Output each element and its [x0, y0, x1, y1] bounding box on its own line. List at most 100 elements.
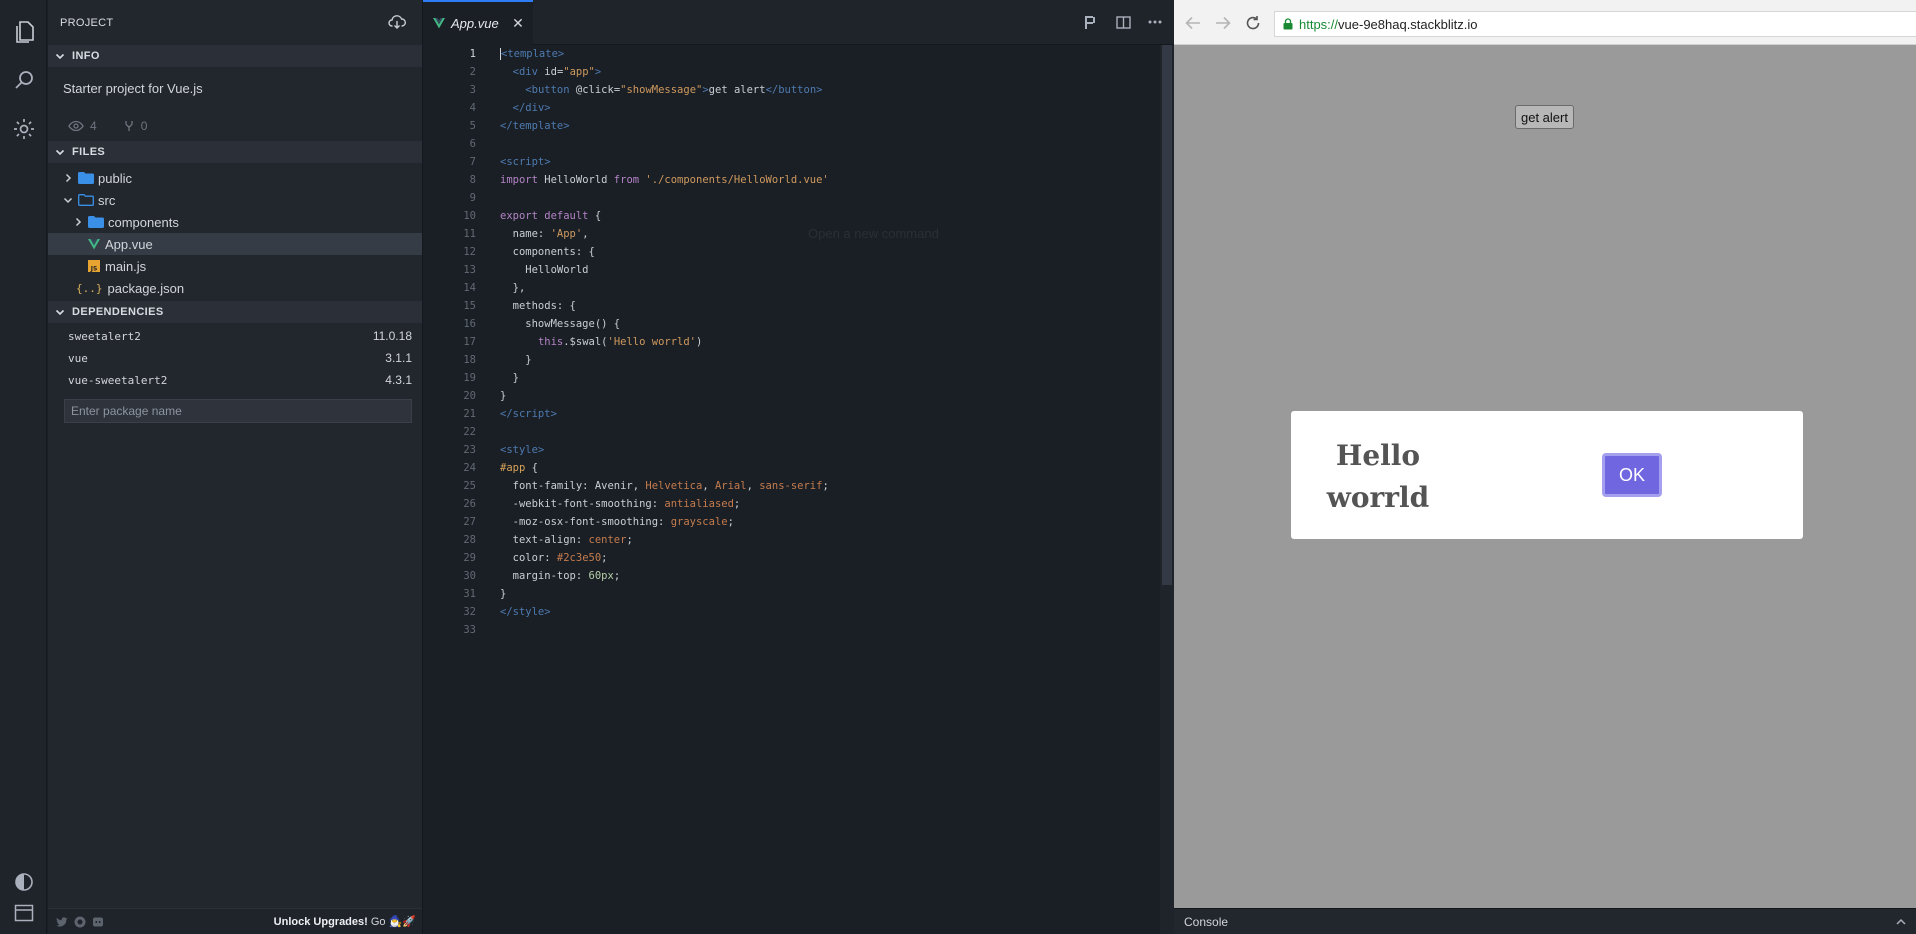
code-line[interactable]: 32 </style>: [423, 603, 1158, 621]
code-line[interactable]: 31}: [423, 585, 1158, 603]
sidebar-footer: Unlock Upgrades! Go 🧙‍♂️🚀: [48, 908, 422, 934]
command-hint-ghost: Open a new command: [808, 226, 939, 241]
code-line[interactable]: 26 -webkit-font-smoothing: antialiased;: [423, 495, 1158, 513]
code-token: Arial: [714, 480, 747, 492]
code-token: this.$swal('Hello worrld'): [537, 336, 703, 348]
sidebar: PROJECT INFO Starter project for Vue.js …: [48, 0, 422, 934]
close-tab-icon[interactable]: ✕: [511, 16, 525, 30]
twitter-icon[interactable]: [56, 916, 68, 928]
line-number: 12: [463, 246, 476, 258]
alert-ok-button[interactable]: OK: [1602, 453, 1662, 497]
layout-panel-icon[interactable]: [11, 900, 36, 925]
code-token: text-align: center;: [500, 534, 633, 546]
code-line[interactable]: 8 import HelloWorld from './components/He…: [423, 171, 1158, 189]
tree-item-app-vue[interactable]: App.vue: [48, 233, 422, 255]
more-options-icon[interactable]: [1146, 13, 1164, 31]
line-number: 29: [463, 552, 476, 564]
code-line[interactable]: 5 </template>: [423, 117, 1158, 135]
code-line[interactable]: 17 this.$swal('Hello worrld'): [423, 333, 1158, 351]
tree-item-public[interactable]: public: [48, 167, 422, 189]
cloud-download-icon[interactable]: [388, 13, 406, 31]
code-line[interactable]: 30 margin-top: 60px;: [423, 567, 1158, 585]
code-line[interactable]: 24 #app {: [423, 459, 1158, 477]
code-line[interactable]: 20}: [423, 387, 1158, 405]
chevron-down-icon: [55, 149, 65, 156]
fork-icon: [125, 121, 133, 131]
code-line[interactable]: 1 <template>: [423, 45, 1158, 63]
line-number: 4: [469, 102, 476, 114]
code-line[interactable]: 27 -moz-osx-font-smoothing: grayscale;: [423, 513, 1158, 531]
console-panel-bar[interactable]: Console: [1174, 908, 1916, 934]
code-line[interactable]: 6: [423, 135, 1158, 153]
settings-gear-icon[interactable]: [11, 116, 36, 141]
code-token: './components/HelloWorld.vue': [645, 174, 829, 186]
code-line[interactable]: 22: [423, 423, 1158, 441]
code-line[interactable]: 25 font-family: Avenir, Helvetica, Arial…: [423, 477, 1158, 495]
project-stats: 4 0: [48, 105, 422, 141]
code-line[interactable]: 28 text-align: center;: [423, 531, 1158, 549]
upgrade-link[interactable]: Unlock Upgrades! Go 🧙‍♂️🚀: [274, 915, 416, 928]
code-line[interactable]: 19 }: [423, 369, 1158, 387]
back-arrow-icon[interactable]: [1184, 14, 1202, 32]
code-token: <button: [525, 84, 570, 96]
theme-toggle-icon[interactable]: [11, 869, 36, 894]
code-token: }: [500, 354, 532, 366]
forward-arrow-icon[interactable]: [1214, 14, 1232, 32]
code-line[interactable]: 12 components: {: [423, 243, 1158, 261]
dependency-item[interactable]: vue 3.1.1: [48, 347, 422, 369]
dependencies-section-header[interactable]: DEPENDENCIES: [48, 301, 422, 323]
tab-app-vue[interactable]: App.vue ✕: [423, 0, 533, 45]
code-line[interactable]: 21 </script>: [423, 405, 1158, 423]
code-line[interactable]: 11 name: 'App',: [423, 225, 1158, 243]
code-line[interactable]: 29 color: #2c3e50;: [423, 549, 1158, 567]
editor-scrollbar[interactable]: [1160, 45, 1174, 934]
code-token: <style>: [500, 444, 545, 456]
scrollbar-thumb[interactable]: [1162, 45, 1172, 585]
tree-item-main-js[interactable]: JS main.js: [48, 255, 422, 277]
info-section-header[interactable]: INFO: [48, 45, 422, 67]
code-token: }: [500, 588, 507, 600]
code-line[interactable]: 3 <button @click="showMessage">get alert…: [423, 81, 1158, 99]
code-line[interactable]: 16 showMessage() {: [423, 315, 1158, 333]
code-area[interactable]: 1 <template> 2 <div id="app"> 3 <button @…: [423, 45, 1158, 639]
files-icon[interactable]: [11, 19, 36, 44]
code-line[interactable]: 7 <script>: [423, 153, 1158, 171]
github-icon[interactable]: [74, 916, 86, 928]
split-editor-icon[interactable]: [1114, 13, 1132, 31]
sweetalert-popup: Hello worrld OK: [1291, 411, 1803, 539]
get-alert-button[interactable]: get alert: [1515, 105, 1574, 129]
code-token: <template>: [501, 48, 565, 60]
code-line[interactable]: 23 <style>: [423, 441, 1158, 459]
code-line[interactable]: 13 HelloWorld: [423, 261, 1158, 279]
code-token: -webkit-font-smoothing: antialiased;: [500, 498, 741, 510]
dependency-item[interactable]: vue-sweetalert2 4.3.1: [48, 369, 422, 391]
editor-actions: [1082, 13, 1174, 31]
line-number: 7: [469, 156, 476, 168]
prettier-icon[interactable]: [1082, 13, 1100, 31]
code-line[interactable]: 18 }: [423, 351, 1158, 369]
project-description: Starter project for Vue.js: [63, 81, 203, 96]
url-input[interactable]: https://vue-9e8haq.stackblitz.io: [1274, 11, 1916, 37]
files-section-header[interactable]: FILES: [48, 141, 422, 163]
code-line[interactable]: 33: [423, 621, 1158, 639]
code-line[interactable]: 2 <div id="app">: [423, 63, 1158, 81]
discord-icon[interactable]: [92, 916, 104, 928]
code-token: id: [544, 66, 557, 78]
code-line[interactable]: 14 },: [423, 279, 1158, 297]
code-line[interactable]: 9: [423, 189, 1158, 207]
dependency-item[interactable]: sweetalert2 11.0.18: [48, 325, 422, 347]
code-line[interactable]: 4 </div>: [423, 99, 1158, 117]
code-token: #app: [500, 462, 526, 474]
tree-item-components[interactable]: components: [48, 211, 422, 233]
line-number: 17: [463, 336, 476, 348]
code-line[interactable]: 15 methods: {: [423, 297, 1158, 315]
package-name-input[interactable]: [64, 399, 412, 423]
tree-item-package-json[interactable]: {..} package.json: [48, 277, 422, 299]
reload-icon[interactable]: [1244, 14, 1262, 32]
code-line[interactable]: 10 export default {: [423, 207, 1158, 225]
line-number: 25: [463, 480, 476, 492]
search-icon[interactable]: [11, 67, 36, 92]
vue-logo-icon: [433, 18, 445, 29]
chevron-up-icon[interactable]: [1894, 915, 1908, 929]
tree-item-src[interactable]: src: [48, 189, 422, 211]
